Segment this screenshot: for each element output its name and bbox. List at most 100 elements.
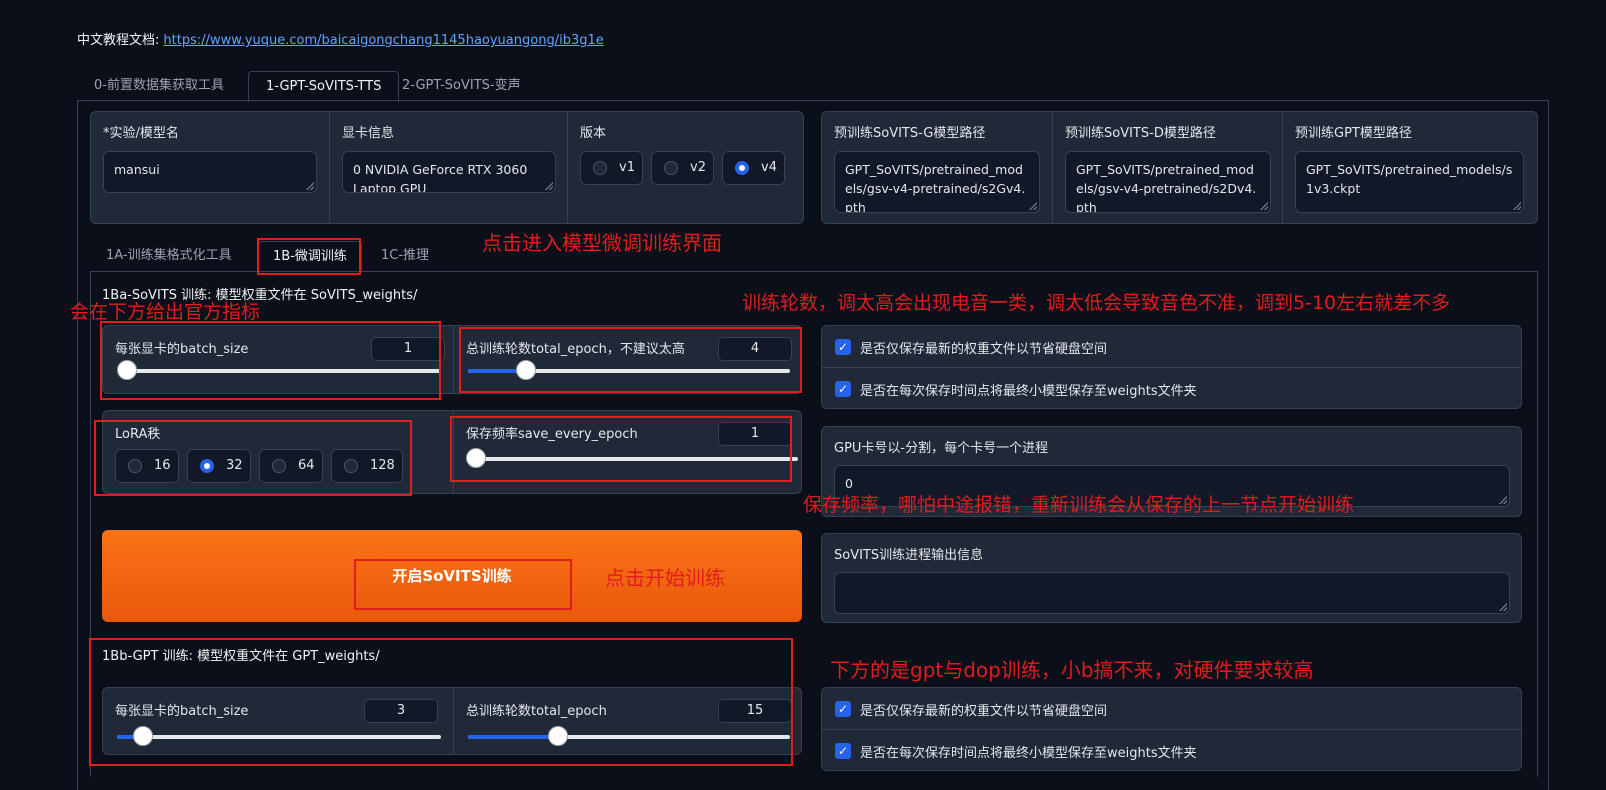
gpt-batch-slider-track[interactable] (117, 726, 441, 746)
gpu-ids-label: GPU卡号以-分割，每个卡号一个进程 (834, 441, 1049, 456)
tab-tts[interactable]: 1-GPT-SoVITS-TTS (248, 71, 400, 102)
version-option-v2[interactable]: v2 (651, 151, 714, 185)
radio-icon (593, 161, 607, 175)
version-option-label: v1 (619, 160, 635, 175)
subtab-format-dataset[interactable]: 1A-训练集格式化工具 (92, 241, 246, 271)
radio-selected-icon (735, 161, 749, 175)
tab-voice-change[interactable]: 2-GPT-SoVITS-变声 (385, 71, 538, 101)
lora-option-label: 128 (370, 458, 395, 473)
version-label: 版本 (580, 126, 607, 141)
save-frequency-label: 保存频率save_every_epoch (466, 427, 638, 442)
lora-option-label: 64 (298, 458, 315, 473)
divider (822, 367, 1521, 368)
gpu-ids-value: 0 (845, 476, 853, 491)
tab-dataset-tools[interactable]: 0-前置数据集获取工具 (77, 71, 241, 101)
divider (822, 729, 1521, 730)
gpt-batch-number-input[interactable]: 3 (364, 699, 438, 723)
sovits-d-path-value: GPT_SoVITS/pretrained_models/gsv-v4-pret… (1076, 162, 1257, 213)
version-cell: 版本 v1 v2 v4 (567, 112, 804, 223)
sovits-epoch-cell: 总训练轮数total_epoch，不建议太高 4 (453, 326, 802, 393)
gpt-epoch-cell: 总训练轮数total_epoch 15 (453, 688, 802, 754)
gpt-batch-epoch-panel: 每张显卡的batch_size 3 总训练轮数total_epoch 15 (102, 687, 802, 755)
gpt-save-latest-label: 是否仅保存最新的权重文件以节省硬盘空间 (860, 704, 1108, 719)
sovits-g-label: 预训练SoVITS-G模型路径 (834, 126, 986, 141)
sovits-batch-slider-track[interactable] (117, 360, 441, 380)
gpt-pretrained-path-value: GPT_SoVITS/pretrained_models/s1v3.ckpt (1306, 162, 1513, 196)
sovits-epoch-label: 总训练轮数total_epoch，不建议太高 (466, 342, 685, 357)
gpt-save-latest-checkbox[interactable]: ✓ (835, 701, 851, 717)
gpt-save-weights-checkbox[interactable]: ✓ (835, 743, 851, 759)
gpu-info-value: 0 NVIDIA GeForce RTX 3060 Laptop GPU (353, 162, 528, 193)
save-latest-checkbox[interactable]: ✓ (835, 339, 851, 355)
gpu-info-label: 显卡信息 (342, 126, 395, 141)
annotation-batch: 会在下方给出官方指标 (70, 301, 261, 323)
gpu-info-input[interactable]: 0 NVIDIA GeForce RTX 3060 Laptop GPU (342, 151, 556, 193)
sovits-batch-epoch-panel: 每张显卡的batch_size 1 总训练轮数total_epoch，不建议太高… (102, 325, 802, 394)
gpt-epoch-slider-track[interactable] (468, 726, 790, 746)
doc-link[interactable]: https://www.yuque.com/baicaigongchang114… (163, 33, 603, 48)
slider-thumb[interactable] (466, 448, 486, 468)
pretrained-paths-panel: 预训练SoVITS-G模型路径 GPT_SoVITS/pretrained_mo… (821, 111, 1538, 224)
resize-handle[interactable] (1029, 202, 1037, 210)
resize-handle[interactable] (1513, 202, 1521, 210)
experiment-name-value: mansui (114, 162, 160, 177)
gpt-epoch-number-input[interactable]: 15 (718, 699, 792, 723)
gpt-batch-label: 每张显卡的batch_size (115, 704, 249, 719)
sovits-g-cell: 预训练SoVITS-G模型路径 GPT_SoVITS/pretrained_mo… (822, 112, 1052, 223)
lora-rank-cell: LoRA秩 16 32 64 128 (103, 411, 453, 493)
lora-option-label: 32 (226, 458, 243, 473)
resize-handle[interactable] (306, 182, 314, 190)
annotation-gpt: 下方的是gpt与dop训练，小b搞不来，对硬件要求较高 (830, 658, 1314, 682)
gpt-pretrained-label: 预训练GPT模型路径 (1295, 126, 1412, 141)
subtab-inference[interactable]: 1C-推理 (367, 241, 443, 271)
doc-label: 中文教程文档: (77, 33, 160, 48)
sovits-batch-number-input[interactable]: 1 (371, 337, 445, 361)
sovits-output-textbox[interactable] (834, 572, 1510, 614)
sovits-epoch-slider-track[interactable] (468, 360, 790, 380)
save-frequency-number-input[interactable]: 1 (718, 422, 792, 446)
version-option-v4[interactable]: v4 (722, 151, 785, 185)
subtab-finetune[interactable]: 1B-微调训练 (258, 241, 362, 272)
gpt-section-title: 1Bb-GPT 训练: 模型权重文件在 GPT_weights/ (102, 649, 380, 664)
save-weights-checkbox[interactable]: ✓ (835, 381, 851, 397)
gpt-save-weights-label: 是否在每次保存时间点将最终小模型保存至weights文件夹 (860, 746, 1197, 761)
lora-option-64[interactable]: 64 (259, 449, 323, 483)
lora-option-label: 16 (154, 458, 171, 473)
lora-rank-label: LoRA秩 (115, 427, 161, 442)
resize-handle[interactable] (1499, 603, 1507, 611)
resize-handle[interactable] (1499, 496, 1507, 504)
gpt-pretrained-path-input[interactable]: GPT_SoVITS/pretrained_models/s1v3.ckpt (1295, 151, 1524, 213)
slider-thumb[interactable] (117, 360, 137, 380)
lora-option-32[interactable]: 32 (187, 449, 251, 483)
experiment-panel: *实验/模型名 mansui 显卡信息 0 NVIDIA GeForce RTX… (90, 111, 804, 224)
slider-thumb[interactable] (132, 726, 153, 746)
radio-icon (128, 459, 142, 473)
sovits-epoch-number-input[interactable]: 4 (718, 337, 792, 361)
lora-option-16[interactable]: 16 (115, 449, 179, 483)
sovits-d-path-input[interactable]: GPT_SoVITS/pretrained_models/gsv-v4-pret… (1065, 151, 1271, 213)
save-latest-label: 是否仅保存最新的权重文件以节省硬盘空间 (860, 342, 1108, 357)
slider-thumb[interactable] (515, 360, 536, 380)
sovits-output-panel: SoVITS训练进程输出信息 (821, 533, 1522, 623)
gpt-pretrained-cell: 预训练GPT模型路径 GPT_SoVITS/pretrained_models/… (1282, 112, 1538, 223)
experiment-name-input[interactable]: mansui (103, 151, 317, 193)
sovits-output-label: SoVITS训练进程输出信息 (834, 548, 984, 563)
slider-thumb[interactable] (548, 726, 569, 746)
version-option-v1[interactable]: v1 (580, 151, 643, 185)
slider-fill (468, 735, 559, 739)
save-frequency-slider-track[interactable] (466, 448, 798, 468)
sovits-lora-save-panel: LoRA秩 16 32 64 128 保存频率save_every_epoch … (102, 410, 802, 494)
radio-selected-icon (200, 459, 214, 473)
resize-handle[interactable] (545, 182, 553, 190)
sovits-g-path-value: GPT_SoVITS/pretrained_models/gsv-v4-pret… (845, 162, 1026, 213)
sovits-g-path-input[interactable]: GPT_SoVITS/pretrained_models/gsv-v4-pret… (834, 151, 1040, 213)
resize-handle[interactable] (1260, 202, 1268, 210)
save-frequency-cell: 保存频率save_every_epoch 1 (453, 411, 802, 493)
radio-icon (272, 459, 286, 473)
lora-option-128[interactable]: 128 (331, 449, 403, 483)
version-option-label: v4 (761, 160, 777, 175)
version-option-label: v2 (690, 160, 706, 175)
sovits-batch-cell: 每张显卡的batch_size 1 (103, 326, 453, 393)
experiment-label: *实验/模型名 (103, 126, 179, 141)
annotation-epoch: 训练轮数，调太高会出现电音一类，调太低会导致音色不准，调到5-10左右就差不多 (742, 292, 1451, 314)
